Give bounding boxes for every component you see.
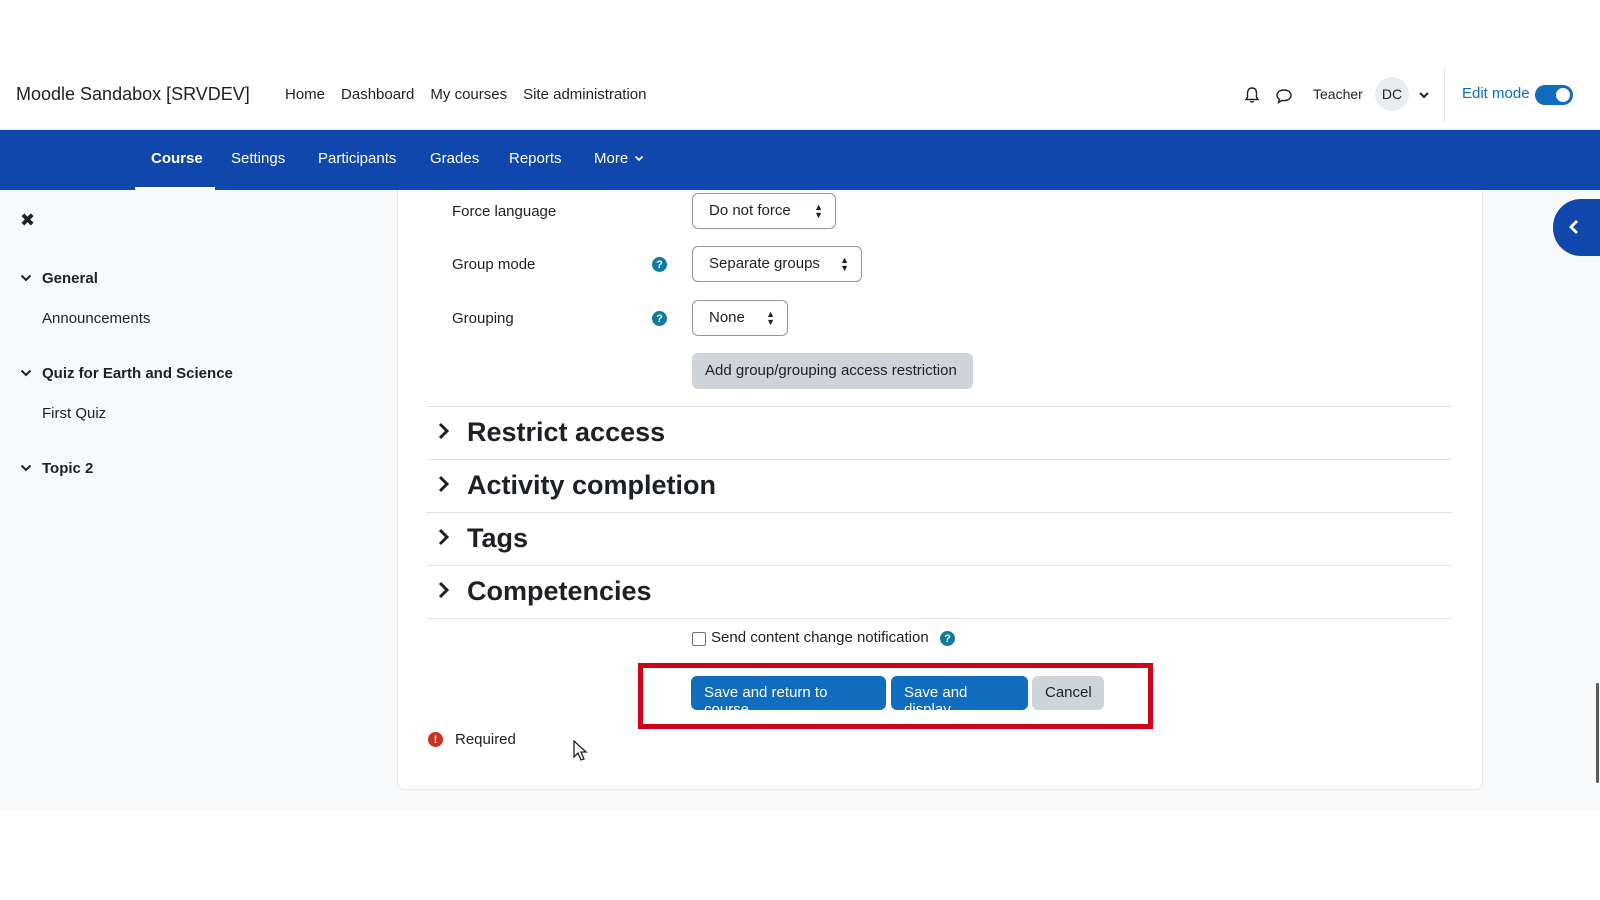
nav-site-administration[interactable]: Site administration (523, 86, 646, 103)
send-notification-label[interactable]: Send content change notification (711, 629, 929, 646)
save-and-return-button[interactable]: Save and return to course (691, 676, 886, 718)
grouping-label: Grouping (452, 310, 514, 327)
required-icon: ! (428, 732, 443, 747)
required-label: Required (455, 731, 516, 748)
section-title: Quiz for Earth and Science (42, 365, 233, 382)
page-scrollbar[interactable] (1596, 683, 1599, 783)
help-icon[interactable]: ? (652, 311, 667, 326)
chevron-down-icon (20, 464, 32, 472)
tab-reports[interactable]: Reports (509, 150, 562, 167)
group-mode-label: Group mode (452, 256, 536, 273)
force-language-select[interactable]: Do not force ▲ ▼ (692, 193, 836, 229)
primary-navigation: Home Dashboard My courses Site administr… (285, 86, 647, 103)
section-title: Tags (467, 523, 529, 553)
select-arrows-icon: ▲ ▼ (840, 255, 849, 273)
help-icon[interactable]: ? (940, 631, 955, 646)
section-tags[interactable]: Tags (427, 512, 1452, 565)
grouping-value: None (709, 309, 745, 326)
divider (1444, 68, 1445, 122)
nav-dashboard[interactable]: Dashboard (341, 86, 414, 103)
tab-more-label: More (594, 150, 629, 167)
divider (427, 618, 1452, 619)
help-icon[interactable]: ? (652, 257, 667, 272)
nav-home[interactable]: Home (285, 86, 325, 103)
section-title: Restrict access (467, 417, 666, 447)
section-restrict-access[interactable]: Restrict access (427, 406, 1452, 459)
secondary-navigation: Course Settings Participants Grades Repo… (0, 130, 1600, 190)
send-notification-checkbox[interactable] (692, 632, 706, 646)
role-label: Teacher (1313, 86, 1363, 102)
chevron-down-icon (20, 369, 32, 377)
site-name[interactable]: Moodle Sandabox [SRVDEV] (16, 84, 250, 105)
save-and-display-button[interactable]: Save and display (891, 676, 1028, 718)
edit-mode-toggle[interactable] (1535, 85, 1573, 105)
chevron-right-icon (438, 475, 450, 493)
group-mode-select[interactable]: Separate groups ▲ ▼ (692, 246, 862, 282)
edit-mode-label[interactable]: Edit mode (1462, 85, 1530, 102)
chevron-right-icon (438, 422, 450, 440)
mouse-cursor-icon (573, 740, 588, 761)
tab-settings[interactable]: Settings (231, 150, 285, 167)
nav-my-courses[interactable]: My courses (430, 86, 507, 103)
grouping-select[interactable]: None ▲ ▼ (692, 300, 788, 336)
chevron-down-icon (20, 274, 32, 282)
tab-more[interactable]: More (594, 150, 644, 167)
section-activity-completion[interactable]: Activity completion (427, 459, 1452, 512)
messages-icon[interactable] (1275, 87, 1293, 105)
cancel-button[interactable]: Cancel (1032, 676, 1104, 710)
section-title: Activity completion (467, 470, 717, 500)
section-title: Competencies (467, 576, 652, 606)
force-language-label: Force language (452, 203, 557, 220)
force-language-value: Do not force (709, 202, 791, 219)
section-title: Topic 2 (42, 460, 94, 477)
section-title: General (42, 270, 98, 287)
select-arrows-icon: ▲ ▼ (814, 202, 823, 220)
chevron-left-icon (1569, 220, 1578, 234)
select-arrows-icon: ▲ ▼ (766, 309, 775, 327)
chevron-down-icon (635, 155, 644, 162)
chevron-right-icon (438, 528, 450, 546)
course-index-section-general[interactable]: General (20, 270, 98, 287)
top-navbar: Moodle Sandabox [SRVDEV] Home Dashboard … (0, 60, 1600, 130)
tab-grades[interactable]: Grades (430, 150, 479, 167)
course-index-activity-first-quiz[interactable]: First Quiz (42, 405, 106, 422)
chevron-down-icon[interactable] (1418, 89, 1430, 101)
course-index-section-quiz[interactable]: Quiz for Earth and Science (20, 365, 233, 382)
course-index-section-topic-2[interactable]: Topic 2 (20, 460, 93, 477)
course-index-activity-announcements[interactable]: Announcements (42, 310, 150, 327)
tab-participants[interactable]: Participants (318, 150, 396, 167)
notification-bell-icon[interactable] (1243, 86, 1261, 104)
group-mode-value: Separate groups (709, 255, 820, 272)
close-icon[interactable]: ✖ (20, 210, 35, 231)
chevron-right-icon (438, 581, 450, 599)
course-index-drawer: ✖ General Announcements Quiz for Earth a… (0, 190, 285, 810)
add-group-restriction-button[interactable]: Add group/grouping access restriction (692, 353, 973, 389)
tab-course[interactable]: Course (151, 150, 203, 167)
block-drawer-toggle[interactable] (1553, 199, 1600, 256)
user-avatar[interactable]: DC (1375, 77, 1409, 111)
section-competencies[interactable]: Competencies (427, 565, 1452, 618)
